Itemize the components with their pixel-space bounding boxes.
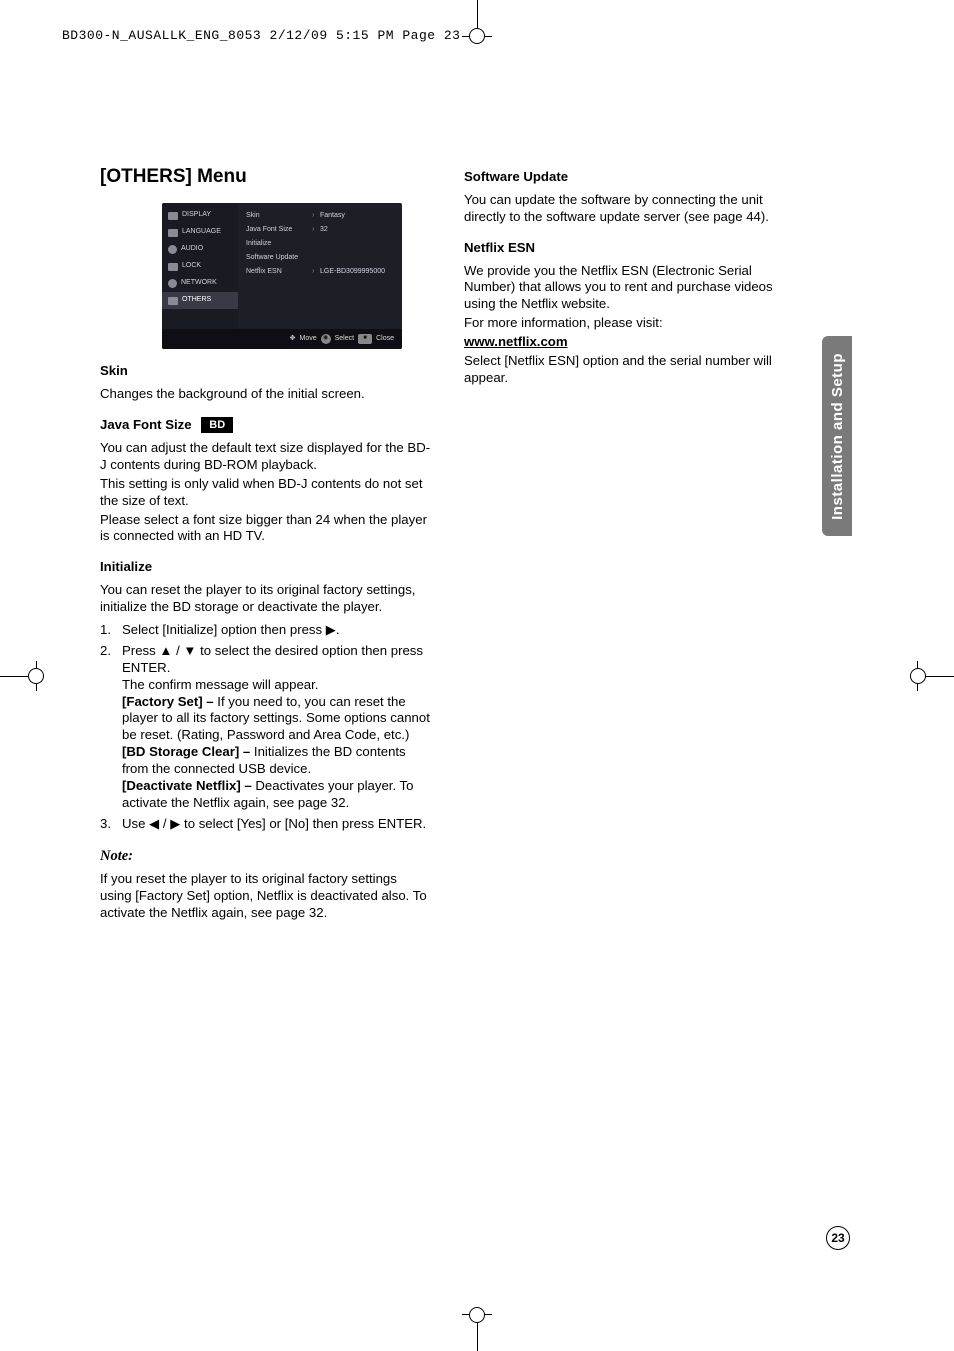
netflix-link[interactable]: www.netflix.com	[464, 334, 568, 349]
ss-row-netflixesn: Netflix ESN›LGE-BD3099995000	[246, 265, 396, 279]
ss-sidebar-display: DISPLAY	[162, 207, 238, 224]
ss-row-javafont: Java Font Size›32	[246, 223, 396, 237]
page-number: 23	[826, 1226, 850, 1250]
print-slug: BD300-N_AUSALLK_ENG_8053 2/12/09 5:15 PM…	[62, 28, 460, 43]
section-tab: Installation and Setup	[822, 336, 852, 536]
others-icon	[168, 297, 178, 305]
enter-icon: ◉	[321, 334, 331, 344]
lock-icon	[168, 263, 178, 271]
note-text: If you reset the player to its original …	[100, 871, 432, 922]
netflix-esn-heading: Netflix ESN	[464, 240, 796, 257]
language-icon	[168, 229, 178, 237]
java-text-2: This setting is only valid when BD-J con…	[100, 476, 432, 510]
java-text-3: Please select a font size bigger than 24…	[100, 512, 432, 546]
network-icon	[168, 279, 177, 288]
step-3: 3.Use ◀ / ▶ to select [Yes] or [No] then…	[100, 816, 432, 833]
ss-footer-bar: ✥Move ◉Select ■Close	[162, 329, 402, 349]
skin-text: Changes the background of the initial sc…	[100, 386, 432, 403]
audio-icon	[168, 245, 177, 254]
bd-badge: BD	[201, 417, 233, 433]
netflix-esn-text-2: For more information, please visit:	[464, 315, 796, 332]
java-text-1: You can adjust the default text size dis…	[100, 440, 432, 474]
java-font-heading: Java Font Size BD	[100, 417, 432, 434]
ss-sidebar-network: NETWORK	[162, 275, 238, 292]
ss-row-skin: Skin›Fantasy	[246, 209, 396, 223]
display-icon	[168, 212, 178, 220]
ss-sidebar-language: LANGUAGE	[162, 224, 238, 241]
ss-sidebar-audio: AUDIO	[162, 241, 238, 258]
step-2: 2. Press ▲ / ▼ to select the desired opt…	[100, 643, 432, 812]
ss-row-swupdate: Software Update	[246, 251, 396, 265]
menu-screenshot: DISPLAY LANGUAGE AUDIO LOCK NETWORK OTHE…	[162, 203, 402, 349]
dpad-icon: ✥	[290, 335, 296, 344]
initialize-steps: 1.Select [Initialize] option then press …	[100, 622, 432, 833]
step-1: 1.Select [Initialize] option then press …	[100, 622, 432, 639]
initialize-text: You can reset the player to its original…	[100, 582, 432, 616]
note-heading: Note:	[100, 847, 432, 866]
software-update-heading: Software Update	[464, 169, 796, 186]
skin-heading: Skin	[100, 363, 432, 380]
ss-sidebar-lock: LOCK	[162, 258, 238, 275]
close-icon: ■	[358, 334, 372, 344]
left-column: [OTHERS] Menu DISPLAY LANGUAGE AUDIO LOC…	[100, 165, 432, 924]
initialize-heading: Initialize	[100, 559, 432, 576]
software-update-text: You can update the software by connectin…	[464, 192, 796, 226]
others-menu-heading: [OTHERS] Menu	[100, 165, 432, 189]
ss-row-initialize: Initialize	[246, 237, 396, 251]
right-column: Software Update You can update the softw…	[464, 165, 796, 924]
ss-sidebar-others: OTHERS	[162, 292, 238, 309]
netflix-esn-text-3: Select [Netflix ESN] option and the seri…	[464, 353, 796, 387]
netflix-esn-text-1: We provide you the Netflix ESN (Electron…	[464, 263, 796, 314]
